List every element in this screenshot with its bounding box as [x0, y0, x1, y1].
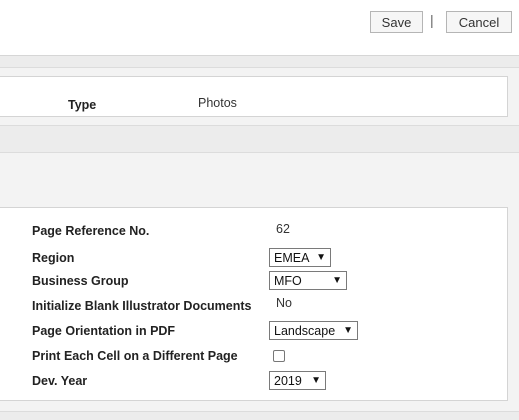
- top-toolbar: Save | Cancel: [0, 0, 519, 56]
- toolbar-separator: |: [430, 12, 434, 28]
- page-reference-label: Page Reference No.: [32, 224, 150, 238]
- triangle-down-icon: ▼: [316, 252, 326, 263]
- region-label: Region: [32, 251, 75, 265]
- summary-panel: Type Photos: [0, 67, 519, 126]
- triangle-down-icon: ▼: [311, 375, 321, 386]
- type-value: Photos: [198, 96, 237, 110]
- orientation-select-value: Landscape: [274, 323, 336, 338]
- summary-box: Type Photos: [0, 76, 508, 117]
- triangle-down-icon: ▼: [343, 325, 353, 336]
- save-button[interactable]: Save: [370, 11, 423, 33]
- print-each-checkbox[interactable]: [273, 350, 285, 362]
- cancel-button[interactable]: Cancel: [446, 11, 512, 33]
- business-group-label: Business Group: [32, 274, 129, 288]
- type-label: Type: [68, 98, 97, 112]
- orientation-label: Page Orientation in PDF: [32, 324, 176, 338]
- details-panel: Page Reference No. 62 Region EMEA ▼ Busi…: [0, 152, 519, 412]
- init-blank-value: No: [276, 296, 292, 310]
- business-group-select[interactable]: MFO ▼: [269, 271, 347, 290]
- region-select-value: EMEA: [274, 250, 310, 265]
- print-each-label: Print Each Cell on a Different Page: [32, 349, 238, 363]
- orientation-select[interactable]: Landscape ▼: [269, 321, 358, 340]
- page-reference-value: 62: [276, 222, 290, 236]
- business-group-select-value: MFO: [274, 273, 302, 288]
- details-form: Page Reference No. 62 Region EMEA ▼ Busi…: [0, 207, 508, 401]
- dev-year-select-value: 2019: [274, 373, 302, 388]
- triangle-down-icon: ▼: [332, 275, 342, 286]
- dev-year-select[interactable]: 2019 ▼: [269, 371, 326, 390]
- dev-year-label: Dev. Year: [32, 374, 88, 388]
- region-select[interactable]: EMEA ▼: [269, 248, 331, 267]
- init-blank-label: Initialize Blank Illustrator Documents: [32, 299, 252, 313]
